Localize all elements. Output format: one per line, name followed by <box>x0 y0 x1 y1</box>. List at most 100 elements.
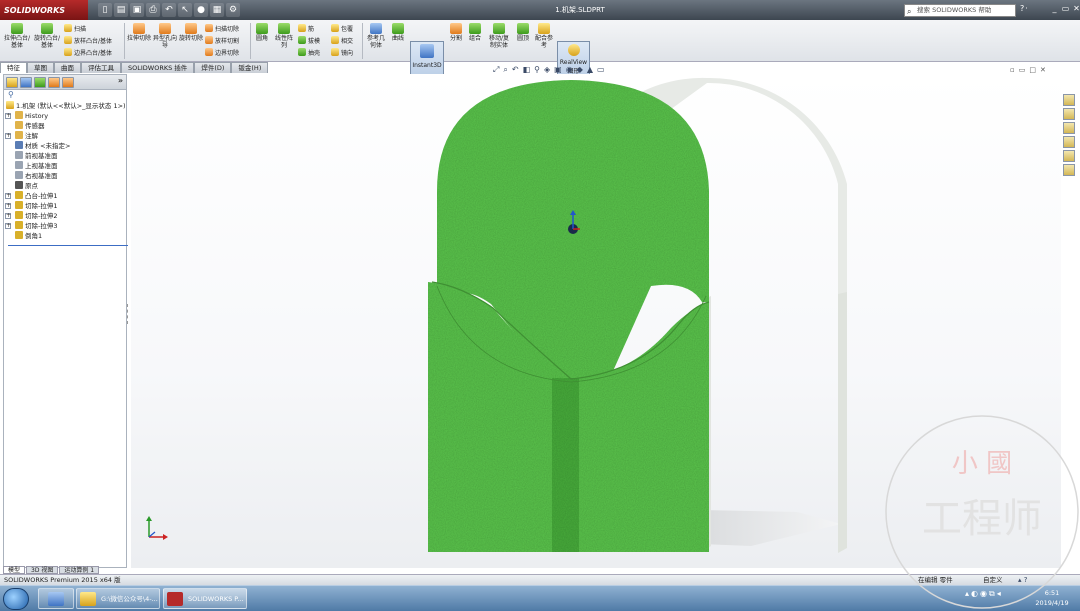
section-view-icon[interactable]: ◧ <box>523 65 531 75</box>
boundary-boss-button[interactable]: 边界凸台/基体 <box>64 47 112 57</box>
tree-item[interactable]: 传感器 <box>4 121 126 131</box>
sweep-button[interactable]: 扫描 <box>64 23 86 33</box>
expand-icon[interactable]: + <box>5 213 11 219</box>
mate-reference-button[interactable]: 配合参考 <box>533 22 555 49</box>
mirror-button[interactable]: 镜向 <box>331 47 353 57</box>
hole-wizard-button[interactable]: 异型孔向导 <box>153 22 177 49</box>
new-document-icon[interactable]: ▯ <box>98 3 112 17</box>
tree-item[interactable]: + 切除-拉伸3 <box>4 221 126 231</box>
tree-item[interactable]: 右视基准面 <box>4 171 126 181</box>
tree-item[interactable]: + 切除-拉伸1 <box>4 201 126 211</box>
expand-icon[interactable]: + <box>5 133 11 139</box>
tree-item[interactable]: + 凸台-拉伸1 <box>4 191 126 201</box>
expand-icon[interactable]: + <box>5 223 11 229</box>
system-tray[interactable]: ▴◐◉⧉◂ <box>965 589 1003 599</box>
status-help-icon[interactable]: ▴ ? <box>1018 575 1027 585</box>
tree-root[interactable]: 1.机架 (默认<<默认>_显示状态 1>) <box>4 101 126 111</box>
expand-icon[interactable]: + <box>5 203 11 209</box>
feature-tree-icon[interactable] <box>6 76 18 88</box>
minimize-icon[interactable]: _ <box>1050 3 1059 15</box>
dimxpert-icon[interactable] <box>48 76 60 88</box>
taskbar-explorer-button[interactable]: G:\微信公众号\4-... <box>76 588 160 609</box>
view-orientation-icon[interactable]: ◈ <box>544 65 550 75</box>
solidworks-logo[interactable]: SOLIDWORKS <box>0 0 88 20</box>
start-button[interactable] <box>3 588 29 610</box>
lofted-cut-button[interactable]: 放样切割 <box>205 35 239 45</box>
previous-view-icon[interactable]: ↶ <box>512 65 519 75</box>
draft-button[interactable]: 拔模 <box>298 35 320 45</box>
combine-button[interactable]: 组合 <box>466 22 484 42</box>
tab-surfaces[interactable]: 曲面 <box>54 62 81 73</box>
intersect-button[interactable]: 相交 <box>331 35 353 45</box>
help-buttons[interactable]: ?· <box>1020 4 1029 13</box>
design-library-icon[interactable] <box>1063 108 1075 120</box>
expand-icon[interactable]: + <box>5 193 11 199</box>
extruded-cut-button[interactable]: 拉伸切除 <box>127 22 151 42</box>
tab-addins[interactable]: SOLIDWORKS 插件 <box>121 62 195 73</box>
filter-icon[interactable]: ⚲ <box>4 90 126 101</box>
expand-icon[interactable]: + <box>5 113 11 119</box>
model-view[interactable] <box>131 74 1061 568</box>
dynamic-annotation-icon[interactable]: ⚲ <box>534 65 540 75</box>
curves-button[interactable]: 曲线 <box>389 22 407 42</box>
swept-cut-button[interactable]: 扫描切除 <box>205 23 239 33</box>
reference-geometry-button[interactable]: 参考几何体 <box>365 22 387 49</box>
tree-item[interactable]: 上视基准面 <box>4 161 126 171</box>
taskbar-browser-button[interactable] <box>38 588 74 609</box>
revolved-boss-button[interactable]: 旋转凸台/基体 <box>33 22 61 49</box>
viewport-maximize-icon[interactable]: □ <box>1029 66 1036 74</box>
linear-pattern-button[interactable]: 线性阵列 <box>273 22 295 49</box>
tree-item[interactable]: + 切除-拉伸2 <box>4 211 126 221</box>
save-icon[interactable]: ▣ <box>130 3 144 17</box>
taskbar-solidworks-button[interactable]: SOLIDWORKS P... <box>163 588 247 609</box>
file-explorer-icon[interactable] <box>1063 122 1075 134</box>
rollback-bar[interactable] <box>8 245 128 246</box>
hide-show-items-icon[interactable]: ◉ <box>566 65 573 75</box>
graphics-area[interactable]: ⤢ ⌕ ↶ ◧ ⚲ ◈ ▣ ◉ ◆ ▲ ▭ <box>131 65 1061 568</box>
tab-motion-study[interactable]: 运动算例 1 <box>59 566 100 574</box>
dome-button[interactable]: 圆顶 <box>514 22 532 42</box>
loft-button[interactable]: 放样凸台/基体 <box>64 35 112 45</box>
tree-item[interactable]: + 注解 <box>4 131 126 141</box>
resources-icon[interactable] <box>1063 94 1075 106</box>
revolved-cut-button[interactable]: 旋转切除 <box>179 22 203 42</box>
open-icon[interactable]: ▤ <box>114 3 128 17</box>
system-clock[interactable]: 6:51 2019/4/19 <box>1028 588 1076 608</box>
tab-model[interactable]: 模型 <box>3 566 26 574</box>
tree-item[interactable]: 原点 <box>4 181 126 191</box>
rebuild-icon[interactable]: ● <box>194 3 208 17</box>
tab-3d-view[interactable]: 3D 视图 <box>26 566 59 574</box>
tree-item[interactable]: + History <box>4 111 126 121</box>
options-icon[interactable]: ⚙ <box>226 3 240 17</box>
viewport-minimize-icon[interactable]: ▫ <box>1010 66 1015 74</box>
viewport-restore-icon[interactable]: ▭ <box>1019 66 1026 74</box>
fillet-button[interactable]: 圆角 <box>253 22 271 42</box>
edit-appearance-icon[interactable]: ◆ <box>577 65 583 75</box>
expand-panel-icon[interactable]: » <box>118 76 123 85</box>
boundary-cut-button[interactable]: 边界切除 <box>205 47 239 57</box>
search-input[interactable]: ⌕ 搜索 SOLIDWORKS 帮助 <box>904 4 1016 17</box>
zoom-to-fit-icon[interactable]: ⤢ <box>493 65 499 75</box>
tree-item[interactable]: 前视基准面 <box>4 151 126 161</box>
tab-features[interactable]: 特征 <box>0 62 27 73</box>
print-icon[interactable]: ⎙ <box>146 3 160 17</box>
close-icon[interactable]: ✕ <box>1072 3 1080 15</box>
file-properties-icon[interactable]: ▦ <box>210 3 224 17</box>
tab-sketch[interactable]: 草图 <box>27 62 54 73</box>
custom-properties-icon[interactable] <box>1063 164 1075 176</box>
display-manager-icon[interactable] <box>62 76 74 88</box>
view-settings-icon[interactable]: ▭ <box>597 65 605 75</box>
property-manager-icon[interactable] <box>20 76 32 88</box>
apply-scene-icon[interactable]: ▲ <box>587 65 593 75</box>
viewport-close-icon[interactable]: ✕ <box>1040 66 1046 74</box>
display-style-icon[interactable]: ▣ <box>554 65 562 75</box>
configuration-manager-icon[interactable] <box>34 76 46 88</box>
restore-icon[interactable]: ▭ <box>1061 3 1070 15</box>
units-selector[interactable]: 自定义 <box>983 575 1003 585</box>
rib-button[interactable]: 筋 <box>298 23 314 33</box>
move-copy-button[interactable]: 移动/复制实体 <box>486 22 512 49</box>
extruded-boss-button[interactable]: 拉伸凸台/基体 <box>3 22 31 49</box>
wrap-button[interactable]: 包覆 <box>331 23 353 33</box>
view-palette-icon[interactable] <box>1063 136 1075 148</box>
tab-weldments[interactable]: 焊件(D) <box>194 62 232 73</box>
